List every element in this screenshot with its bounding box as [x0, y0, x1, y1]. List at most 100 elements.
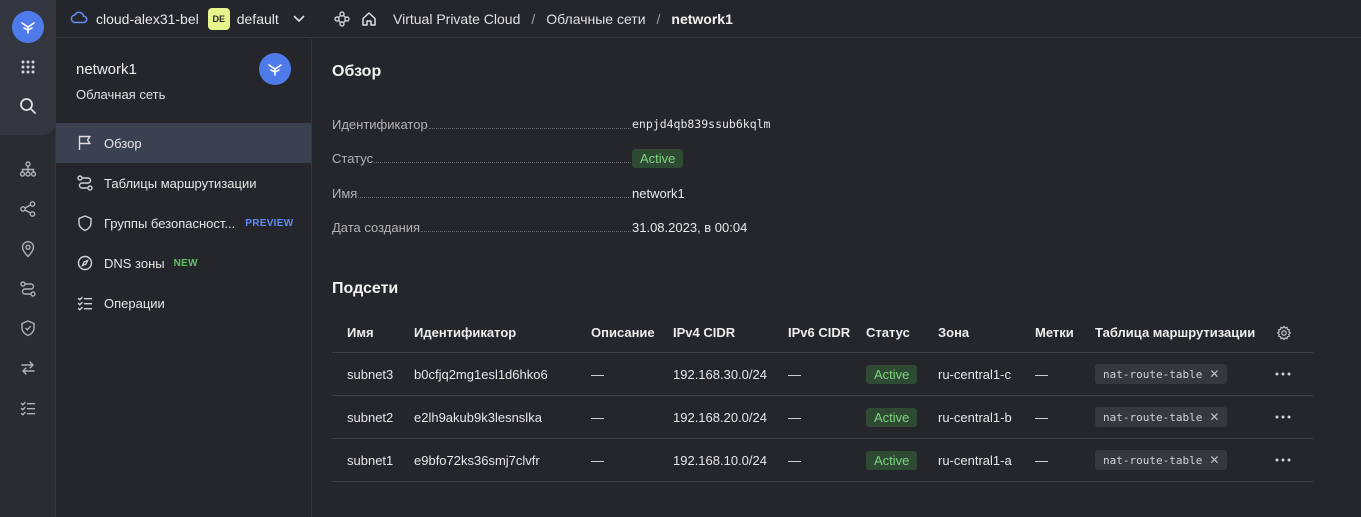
- network-tree-icon[interactable]: [14, 155, 42, 183]
- home-icon[interactable]: [361, 11, 377, 27]
- overview-heading: Обзор: [332, 63, 382, 80]
- vpc-service-icon[interactable]: [334, 11, 350, 27]
- share-nodes-icon[interactable]: [14, 195, 42, 223]
- route-icon: [76, 174, 104, 192]
- sidebar-item-label: Обзор: [104, 135, 142, 151]
- route-table-tag[interactable]: nat-route-table ✕: [1095, 450, 1228, 470]
- vpc-service-badge-icon: [259, 53, 291, 85]
- property-value-id[interactable]: enpjd4qb839ssub6kqlm: [632, 117, 770, 131]
- property-row-status: Статус Active: [332, 148, 772, 168]
- breadcrumb-item-networks[interactable]: Облачные сети: [546, 11, 645, 27]
- cell-id: b0cfjq2mg1esl1d6hko6: [414, 366, 548, 382]
- column-header-status[interactable]: Статус: [866, 313, 910, 352]
- more-actions-icon[interactable]: [1275, 353, 1291, 395]
- compass-icon: [76, 254, 104, 272]
- column-header-ipv4[interactable]: IPv4 CIDR: [673, 313, 735, 352]
- sidebar-item-label: DNS зоны: [104, 255, 165, 271]
- route-table-name: nat-route-table: [1103, 453, 1203, 467]
- sidebar-item-label: Таблицы маршрутизации: [104, 175, 257, 191]
- property-value-created: 31.08.2023, в 00:04: [632, 219, 748, 235]
- top-bar: cloud-alex31-bel DE default Virtual Priv…: [56, 0, 1361, 38]
- status-badge: Active: [866, 450, 918, 470]
- property-value-name: network1: [632, 185, 685, 201]
- cell-id: e9bfo72ks36smj7clvfr: [414, 452, 540, 468]
- cell-labels: —: [1035, 409, 1048, 425]
- column-header-route-table[interactable]: Таблица маршрутизации: [1095, 313, 1255, 352]
- breadcrumb-item-current: network1: [671, 11, 733, 27]
- sidebar-item-route-tables[interactable]: Таблицы маршрутизации: [56, 163, 311, 203]
- search-icon[interactable]: [14, 92, 42, 120]
- resource-title: network1: [76, 61, 137, 78]
- cell-labels: —: [1035, 452, 1048, 468]
- cell-description: —: [591, 409, 604, 425]
- flag-icon: [76, 134, 104, 152]
- cell-ipv4: 192.168.10.0/24: [673, 452, 767, 468]
- close-icon[interactable]: ✕: [1209, 453, 1219, 467]
- table-row[interactable]: subnet2 e2lh9akub9k3lesnslka — 192.168.2…: [332, 396, 1313, 439]
- route-table-name: nat-route-table: [1103, 410, 1203, 424]
- folder-badge: DE: [207, 7, 230, 30]
- property-key: Идентификатор: [332, 116, 428, 132]
- cell-ipv4: 192.168.20.0/24: [673, 409, 767, 425]
- column-header-zone[interactable]: Зона: [938, 313, 969, 352]
- route-table-tag[interactable]: nat-route-table ✕: [1095, 407, 1228, 427]
- status-badge: Active: [866, 364, 918, 384]
- property-row-name: Имя network1: [332, 183, 772, 203]
- cell-ipv6: —: [788, 452, 801, 468]
- breadcrumb: Virtual Private Cloud / Облачные сети / …: [334, 0, 733, 38]
- cloud-name: cloud-alex31-bel: [96, 10, 199, 27]
- cell-description: —: [591, 366, 604, 382]
- property-row-id: Идентификатор enpjd4qb839ssub6kqlm: [332, 114, 772, 134]
- property-key: Дата создания: [332, 219, 421, 235]
- cell-id: e2lh9akub9k3lesnslka: [414, 409, 542, 425]
- checklist-icon[interactable]: [14, 394, 42, 422]
- cell-labels: —: [1035, 366, 1048, 382]
- property-key: Статус: [332, 150, 374, 166]
- close-icon[interactable]: ✕: [1209, 410, 1219, 424]
- property-key: Имя: [332, 185, 358, 201]
- sidebar-item-security-groups[interactable]: Группы безопасност... PREVIEW: [56, 203, 311, 243]
- column-header-name[interactable]: Имя: [347, 313, 374, 352]
- table-row[interactable]: subnet1 e9bfo72ks36smj7clvfr — 192.168.1…: [332, 439, 1313, 482]
- status-badge: Active: [632, 148, 684, 168]
- all-services-icon[interactable]: [14, 53, 42, 81]
- breadcrumb-separator: /: [531, 11, 536, 27]
- breadcrumb-separator: /: [656, 11, 661, 27]
- services-rail: [0, 0, 56, 517]
- cloud-folder-selector[interactable]: cloud-alex31-bel DE default: [70, 0, 305, 38]
- shield-icon[interactable]: [14, 314, 42, 342]
- cell-description: —: [591, 452, 604, 468]
- cloud-icon: [70, 10, 88, 27]
- main-content: Обзор Идентификатор enpjd4qb839ssub6kqlm…: [313, 39, 1361, 517]
- cell-ipv6: —: [788, 409, 801, 425]
- status-badge: Active: [866, 407, 918, 427]
- close-icon[interactable]: ✕: [1209, 367, 1219, 381]
- sidebar-item-operations[interactable]: Операции: [56, 283, 311, 323]
- table-row[interactable]: subnet3 b0cfjq2mg1esl1d6hko6 — 192.168.3…: [332, 353, 1313, 396]
- sidebar-item-overview[interactable]: Обзор: [56, 123, 311, 163]
- cell-ipv6: —: [788, 366, 801, 382]
- cell-zone: ru-central1-a: [938, 452, 1012, 468]
- more-actions-icon[interactable]: [1275, 439, 1291, 481]
- cell-zone: ru-central1-c: [938, 366, 1011, 382]
- route-icon[interactable]: [14, 275, 42, 303]
- cell-name: subnet2: [347, 409, 394, 425]
- resource-type: Облачная сеть: [76, 87, 166, 102]
- column-header-labels[interactable]: Метки: [1035, 313, 1074, 352]
- shield-icon: [76, 214, 104, 232]
- column-header-description[interactable]: Описание: [591, 313, 655, 352]
- gear-icon[interactable]: [1276, 313, 1292, 352]
- breadcrumb-item-vpc[interactable]: Virtual Private Cloud: [393, 11, 520, 27]
- cloud-logo-icon[interactable]: [12, 11, 44, 43]
- location-pin-icon[interactable]: [14, 235, 42, 263]
- transfer-icon[interactable]: [14, 354, 42, 382]
- column-header-id[interactable]: Идентификатор: [414, 313, 516, 352]
- route-table-tag[interactable]: nat-route-table ✕: [1095, 364, 1228, 384]
- column-header-ipv6[interactable]: IPv6 CIDR: [788, 313, 850, 352]
- sidebar-item-dns-zones[interactable]: DNS зоны NEW: [56, 243, 311, 283]
- sidebar-nav: Обзор Таблицы маршрутизации Группы безоп…: [56, 123, 311, 323]
- chevron-down-icon: [293, 11, 305, 26]
- more-actions-icon[interactable]: [1275, 396, 1291, 438]
- subnets-table: Имя Идентификатор Описание IPv4 CIDR IPv…: [332, 313, 1313, 482]
- checklist-icon: [76, 294, 104, 312]
